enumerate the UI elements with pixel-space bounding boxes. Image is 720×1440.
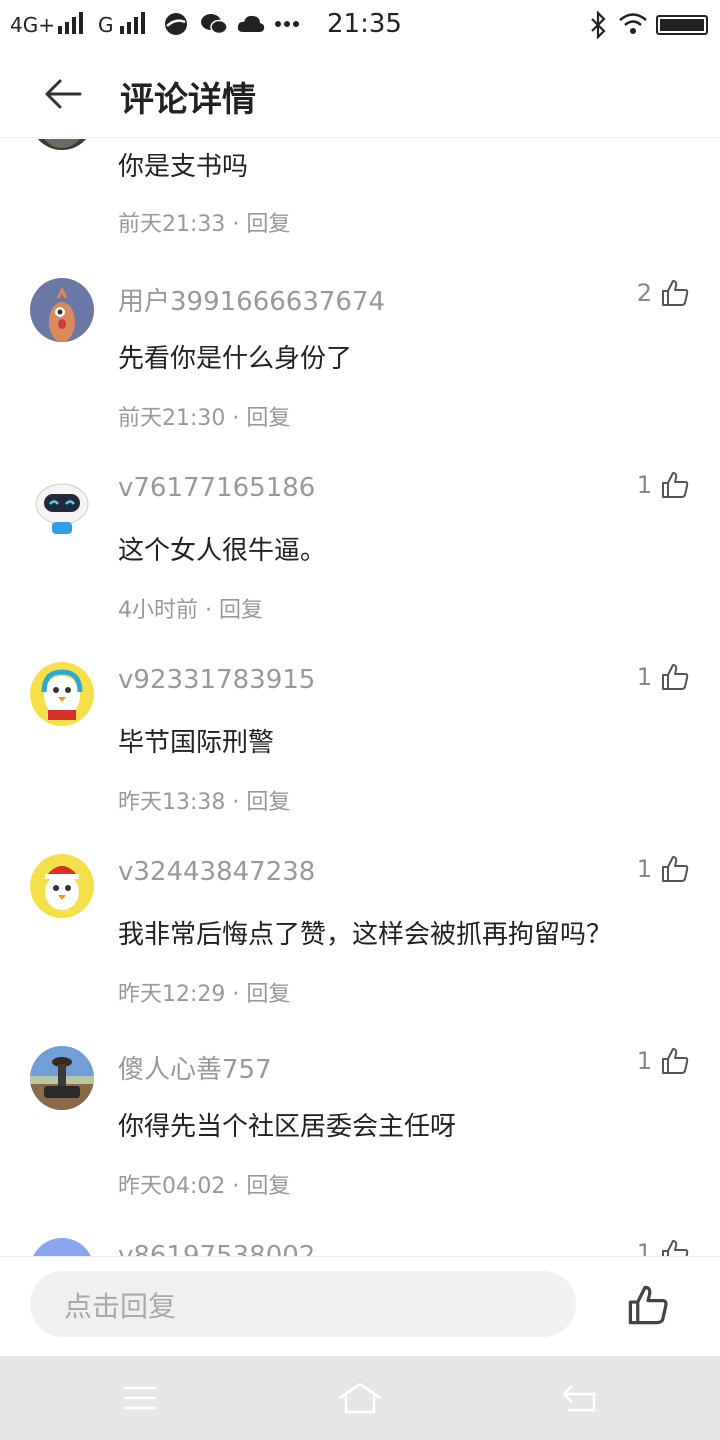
username[interactable]: v86197538002 bbox=[118, 1241, 315, 1256]
thumbs-up-icon[interactable] bbox=[660, 662, 690, 692]
separator-dot: · bbox=[232, 982, 247, 1007]
like-count: 1 bbox=[636, 1047, 652, 1075]
thumbs-up-icon[interactable] bbox=[660, 1238, 690, 1256]
comment-item: v32443847238 1 我非常后悔点了赞，这样会被抓再拘留吗？ 昨天12:… bbox=[0, 854, 720, 1046]
separator-dot: · bbox=[232, 406, 247, 431]
system-nav-bar bbox=[0, 1356, 720, 1440]
comment-meta: 前天21:30 · 回复 bbox=[118, 400, 290, 432]
thumbs-up-icon[interactable] bbox=[660, 854, 690, 884]
comment-item: 傻人心善757 1 你得先当个社区居委会主任呀 昨天04:02 · 回复 bbox=[0, 1046, 720, 1238]
user-avatar[interactable] bbox=[30, 139, 94, 150]
user-avatar[interactable] bbox=[30, 1238, 94, 1256]
reply-link[interactable]: 回复 bbox=[219, 598, 263, 623]
reply-placeholder: 点击回复 bbox=[64, 1290, 177, 1323]
comment-text: 先看你是什么身份了 bbox=[118, 344, 353, 374]
like-button[interactable]: 1 bbox=[637, 854, 690, 884]
separator-dot: · bbox=[232, 1174, 247, 1199]
comment-item: v76177165186 1 这个女人很牛逼。 4小时前 · 回复 bbox=[0, 470, 720, 662]
signal-strength-icon-2 bbox=[120, 12, 145, 34]
user-avatar[interactable] bbox=[30, 1046, 94, 1110]
comment-item: 用户3991666637674 2 先看你是什么身份了 前天21:30 · 回复 bbox=[0, 278, 720, 470]
home-icon[interactable] bbox=[336, 1376, 384, 1420]
like-count: 1 bbox=[636, 663, 652, 691]
arrow-left-icon[interactable] bbox=[40, 70, 88, 118]
user-avatar[interactable] bbox=[30, 662, 94, 726]
menu-icon[interactable] bbox=[118, 1376, 162, 1420]
thumbs-up-icon[interactable] bbox=[660, 278, 690, 308]
comment-time: 昨天13:38 bbox=[118, 790, 226, 815]
separator-dot: · bbox=[232, 212, 247, 237]
like-button[interactable]: 1 bbox=[637, 1238, 690, 1256]
like-button[interactable]: 2 bbox=[637, 278, 690, 308]
wechat-icon bbox=[201, 14, 228, 35]
signal-strength-icon bbox=[58, 12, 83, 34]
username[interactable]: 用户3991666637674 bbox=[118, 281, 385, 318]
separator-dot: · bbox=[232, 790, 247, 815]
comment-text: 这个女人很牛逼。 bbox=[118, 536, 327, 566]
reply-link[interactable]: 回复 bbox=[246, 790, 290, 815]
thumbs-up-icon[interactable] bbox=[626, 1283, 670, 1327]
like-count: 2 bbox=[636, 279, 652, 307]
like-count: 1 bbox=[636, 471, 652, 499]
like-button[interactable]: 1 bbox=[637, 1046, 690, 1076]
thumbs-up-icon[interactable] bbox=[660, 470, 690, 500]
network-type-secondary: G bbox=[98, 13, 114, 37]
like-count: 1 bbox=[636, 855, 652, 883]
header: 评论详情 bbox=[0, 50, 720, 138]
bluetooth-icon bbox=[591, 11, 606, 39]
network-type-primary: 4G+ bbox=[10, 13, 55, 37]
user-avatar[interactable] bbox=[30, 474, 94, 538]
username[interactable]: 傻人心善757 bbox=[118, 1049, 272, 1086]
wifi-icon bbox=[619, 13, 647, 34]
comment-meta: 昨天13:38 · 回复 bbox=[118, 784, 290, 816]
reply-link[interactable]: 回复 bbox=[246, 982, 290, 1007]
comment-item: 你是支书吗 前天21:33 · 回复 bbox=[0, 139, 720, 278]
comment-time: 前天21:30 bbox=[118, 406, 226, 431]
like-count: 1 bbox=[636, 1239, 652, 1256]
comment-time: 昨天12:29 bbox=[118, 982, 226, 1007]
comment-item: v86197538002 1 bbox=[0, 1238, 720, 1256]
separator-dot: · bbox=[205, 598, 219, 623]
back-icon[interactable] bbox=[558, 1376, 602, 1420]
comment-text: 我非常后悔点了赞，这样会被抓再拘留吗？ bbox=[118, 920, 613, 950]
username[interactable]: v76177165186 bbox=[118, 473, 315, 503]
status-bar: 4G+ G 21:35 bbox=[0, 0, 720, 50]
comment-item: v92331783915 1 毕节国际刑警 昨天13:38 · 回复 bbox=[0, 662, 720, 854]
reply-link[interactable]: 回复 bbox=[246, 406, 290, 431]
comment-meta: 昨天04:02 · 回复 bbox=[118, 1168, 290, 1200]
reply-link[interactable]: 回复 bbox=[246, 212, 290, 237]
comment-time: 昨天04:02 bbox=[118, 1174, 226, 1199]
reply-input[interactable]: 点击回复 bbox=[30, 1271, 576, 1337]
thumbs-up-icon[interactable] bbox=[660, 1046, 690, 1076]
user-avatar[interactable] bbox=[30, 854, 94, 918]
username[interactable]: v32443847238 bbox=[118, 857, 315, 887]
page-title: 评论详情 bbox=[120, 80, 256, 120]
comment-meta: 前天21:33 · 回复 bbox=[118, 206, 290, 238]
like-button[interactable]: 1 bbox=[637, 662, 690, 692]
comment-time: 4小时前 bbox=[118, 598, 198, 623]
comment-meta: 4小时前 · 回复 bbox=[118, 592, 263, 624]
browser-icon bbox=[165, 13, 187, 35]
username[interactable]: v92331783915 bbox=[118, 665, 315, 695]
comment-meta: 昨天12:29 · 回复 bbox=[118, 976, 290, 1008]
like-button[interactable]: 1 bbox=[637, 470, 690, 500]
clock: 21:35 bbox=[327, 9, 402, 39]
reply-link[interactable]: 回复 bbox=[246, 1174, 290, 1199]
comment-time: 前天21:33 bbox=[118, 212, 226, 237]
more-icon bbox=[275, 21, 299, 27]
comment-text: 你得先当个社区居委会主任呀 bbox=[118, 1112, 457, 1142]
comment-text: 你是支书吗 bbox=[118, 152, 249, 182]
battery-icon bbox=[656, 15, 708, 35]
comment-text: 毕节国际刑警 bbox=[118, 728, 275, 758]
comment-list[interactable]: 你是支书吗 前天21:33 · 回复 用户3991666637674 2 先看你… bbox=[0, 139, 720, 1256]
cloud-icon bbox=[237, 15, 265, 32]
reply-bar: 点击回复 bbox=[0, 1256, 720, 1356]
user-avatar[interactable] bbox=[30, 278, 94, 342]
